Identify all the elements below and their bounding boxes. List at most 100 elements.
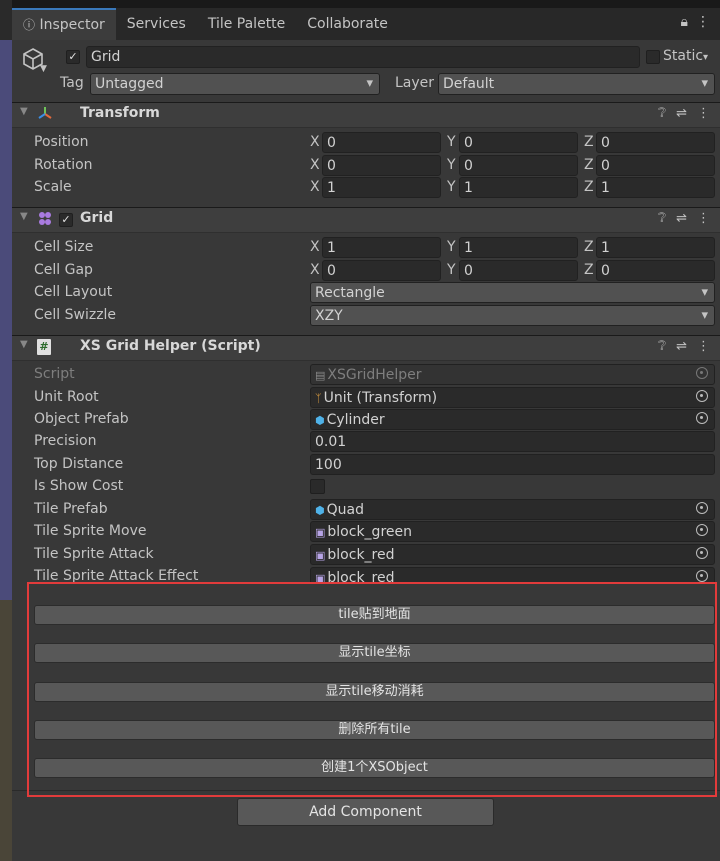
script-value: XSGridHelper (327, 367, 422, 383)
tab-tile-palette[interactable]: Tile Palette (197, 8, 296, 40)
script-header[interactable]: ▼ # XS Grid Helper (Script) ❔︎ ⇌ ⋮ (12, 335, 720, 361)
axis-z-label: Z (584, 239, 594, 255)
unit-root-label: Unit Root (34, 389, 99, 405)
static-label[interactable]: Static▾ (663, 48, 708, 64)
preset-icon[interactable]: ⇌ (676, 339, 687, 354)
is-show-cost-checkbox[interactable] (310, 479, 325, 494)
transform-icon (36, 105, 54, 127)
axis-z-label: Z (584, 179, 594, 195)
active-checkbox[interactable]: ✓ (66, 50, 80, 64)
top-distance-field[interactable]: 100 (310, 454, 715, 475)
position-z-field[interactable]: 0 (596, 132, 715, 153)
preset-icon[interactable]: ⇌ (676, 106, 687, 121)
unit-root-field[interactable]: ᛉ Unit (Transform) (310, 387, 715, 408)
scale-z-field[interactable]: 1 (596, 177, 715, 198)
cell-size-z-field[interactable]: 1 (596, 237, 715, 258)
scale-label: Scale (34, 179, 72, 195)
top-distance-label: Top Distance (34, 456, 124, 472)
tile-sprite-attack-label: Tile Sprite Attack (34, 546, 154, 562)
prefab-cube-icon: ⬢ (315, 414, 325, 427)
object-picker-icon[interactable] (696, 570, 708, 582)
more-icon[interactable]: ⋮ (697, 211, 710, 226)
axis-x-label: X (310, 239, 320, 255)
axis-y-label: Y (447, 157, 456, 173)
tag-dropdown[interactable]: Untagged (90, 73, 380, 95)
axis-y-label: Y (447, 179, 456, 195)
scale-y-field[interactable]: 1 (459, 177, 578, 198)
preset-icon[interactable]: ⇌ (676, 211, 687, 226)
info-icon: ⓘ (23, 18, 36, 32)
cell-layout-label: Cell Layout (34, 284, 113, 300)
grid-header[interactable]: ▼ ✓ Grid ❔︎ ⇌ ⋮ (12, 207, 720, 233)
help-icon[interactable]: ❔︎ (658, 211, 666, 226)
position-x-field[interactable]: 0 (322, 132, 441, 153)
prefab-cube-icon: ⬢ (315, 504, 325, 517)
object-picker-icon[interactable] (696, 524, 708, 536)
tile-prefab-label: Tile Prefab (34, 501, 108, 517)
axis-y-label: Y (447, 134, 456, 150)
axis-z-label: Z (584, 157, 594, 173)
precision-field[interactable]: 0.01 (310, 431, 715, 452)
static-checkbox[interactable] (646, 50, 660, 64)
tab-collaborate[interactable]: Collaborate (296, 8, 399, 40)
position-y-field[interactable]: 0 (459, 132, 578, 153)
tile-prefab-value: Quad (326, 502, 364, 518)
cell-gap-x-field[interactable]: 0 (322, 260, 441, 281)
help-icon[interactable]: ❔︎ (658, 106, 666, 121)
fold-arrow-icon[interactable]: ▼ (20, 106, 28, 117)
help-icon[interactable]: ❔︎ (658, 339, 666, 354)
cell-gap-label: Cell Gap (34, 262, 93, 278)
grid-title: Grid (80, 210, 114, 226)
layer-dropdown[interactable]: Default (438, 73, 715, 95)
grid-enabled-checkbox[interactable]: ✓ (59, 213, 73, 227)
cell-gap-y-field[interactable]: 0 (459, 260, 578, 281)
tile-sprite-attack-field[interactable]: ▣ block_red (310, 544, 715, 565)
editor-toolbar (12, 0, 720, 8)
rotation-z-field[interactable]: 0 (596, 155, 715, 176)
tab-inspector[interactable]: ⓘ Inspector (12, 8, 116, 40)
cell-gap-z-field[interactable]: 0 (596, 260, 715, 281)
cell-size-y-field[interactable]: 1 (459, 237, 578, 258)
object-prefab-label: Object Prefab (34, 411, 129, 427)
scene-view-edge-top (0, 0, 12, 40)
tile-sprite-move-field[interactable]: ▣ block_green (310, 521, 715, 542)
axis-z-label: Z (584, 262, 594, 278)
object-prefab-field[interactable]: ⬢ Cylinder (310, 409, 715, 430)
transform-header[interactable]: ▼ Transform ❔︎ ⇌ ⋮ (12, 102, 720, 128)
script-title: XS Grid Helper (Script) (80, 338, 261, 354)
sprite-icon: ▣ (315, 549, 326, 562)
cell-layout-dropdown[interactable]: Rectangle (310, 282, 715, 303)
object-picker-icon[interactable] (696, 390, 708, 402)
script-file-icon: ▤ (315, 369, 326, 382)
unit-root-value: Unit (Transform) (323, 390, 438, 406)
more-icon[interactable]: ⋮ (697, 106, 710, 121)
lock-icon[interactable]: 🔒︎ (681, 14, 688, 30)
scale-x-field[interactable]: 1 (322, 177, 441, 198)
cell-size-x-field[interactable]: 1 (322, 237, 441, 258)
cell-swizzle-dropdown[interactable]: XZY (310, 305, 715, 326)
tile-prefab-field[interactable]: ⬢ Quad (310, 499, 715, 520)
highlight-box (27, 582, 717, 797)
add-component-button[interactable]: Add Component (237, 798, 494, 826)
script-field: ▤ XSGridHelper (310, 364, 715, 385)
fold-arrow-icon[interactable]: ▼ (20, 211, 28, 222)
rotation-x-field[interactable]: 0 (322, 155, 441, 176)
tab-inspector-label: Inspector (39, 17, 105, 33)
more-icon[interactable]: ⋮ (697, 339, 710, 354)
precision-label: Precision (34, 433, 97, 449)
object-picker-icon[interactable] (696, 412, 708, 424)
transform-title: Transform (80, 105, 160, 121)
chevron-down-icon[interactable]: ▼ (40, 64, 47, 74)
transform-small-icon: ᛉ (315, 392, 322, 405)
object-name-field[interactable]: Grid (86, 46, 640, 68)
object-picker-icon[interactable] (696, 547, 708, 559)
axis-x-label: X (310, 179, 320, 195)
position-label: Position (34, 134, 89, 150)
rotation-y-field[interactable]: 0 (459, 155, 578, 176)
tab-services[interactable]: Services (116, 8, 197, 40)
fold-arrow-icon[interactable]: ▼ (20, 339, 28, 350)
cell-size-label: Cell Size (34, 239, 94, 255)
more-menu-icon[interactable]: ⋮ (696, 14, 710, 30)
object-picker-icon[interactable] (696, 502, 708, 514)
axis-x-label: X (310, 134, 320, 150)
